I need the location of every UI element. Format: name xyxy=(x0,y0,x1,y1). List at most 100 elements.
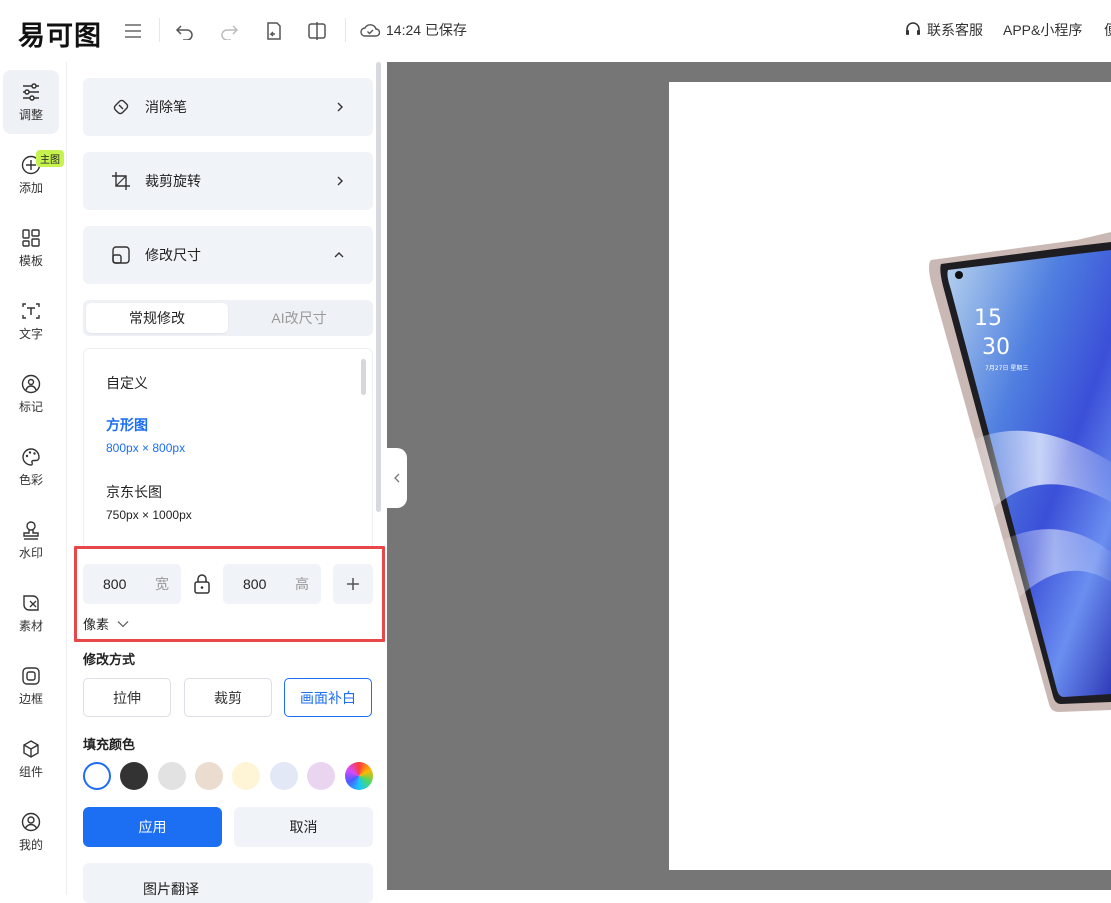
eraser-icon xyxy=(113,99,129,115)
color-picker-icon[interactable] xyxy=(345,762,373,790)
resize-icon xyxy=(112,246,130,264)
nav-item-material[interactable]: 素材 xyxy=(3,581,59,645)
cube-icon xyxy=(23,739,39,758)
swatch-gray[interactable] xyxy=(158,762,186,790)
menu-icon[interactable] xyxy=(122,20,144,42)
tab-normal[interactable]: 常规修改 xyxy=(86,303,228,333)
logo[interactable]: 易可图 xyxy=(18,14,102,53)
more-label: 便 xyxy=(1104,20,1111,40)
palette-icon xyxy=(22,447,40,466)
more-button[interactable]: 便 xyxy=(1104,18,1111,42)
app-button[interactable]: APP&小程序 xyxy=(1003,18,1082,42)
swatch-lavender[interactable] xyxy=(307,762,335,790)
phone-clock-min: 30 xyxy=(982,335,1010,360)
headset-icon xyxy=(906,22,920,35)
swatch-lightblue[interactable] xyxy=(270,762,298,790)
phone-clock-hour: 15 xyxy=(974,306,1002,331)
divider xyxy=(345,18,346,42)
resize-mode-tabs: 常规修改 AI改尺寸 xyxy=(83,300,373,336)
save-status-text: 14:24 已保存 xyxy=(386,22,467,38)
image-translate-card[interactable]: 图片翻译 xyxy=(83,863,373,903)
apply-button[interactable]: 应用 xyxy=(83,807,222,847)
phone-date: 7月27日 星期三 xyxy=(985,364,1028,372)
preset-name: 自定义 xyxy=(106,375,148,391)
nav-item-mark[interactable]: 标记 xyxy=(3,362,59,426)
mark-icon xyxy=(21,374,41,393)
chevron-up-icon xyxy=(334,252,344,258)
nav-label: 文字 xyxy=(18,326,43,341)
divider xyxy=(159,18,160,42)
fill-color-label: 填充颜色 xyxy=(83,737,136,752)
nav-item-component[interactable]: 组件 xyxy=(3,727,59,791)
contact-button[interactable]: 联系客服 xyxy=(904,18,983,42)
phone-image: 15 30 7月27日 星期三 xyxy=(929,232,1111,712)
nav-badge: 主图 xyxy=(36,150,64,167)
nav-item-text[interactable]: 文字 xyxy=(3,289,59,353)
stamp-icon xyxy=(23,520,39,540)
frame-icon xyxy=(22,666,40,685)
preset-list: 自定义 方形图 800px × 800px 京东长图 750px × 1000p… xyxy=(83,348,373,546)
mode-crop-button[interactable]: 裁剪 xyxy=(184,678,272,717)
nav-item-adjust[interactable]: 调整 xyxy=(3,70,59,134)
top-bar: 易可图 14:24 已保存 联系客服 APP&小程序 便 xyxy=(0,0,1111,62)
undo-icon[interactable] xyxy=(174,20,196,42)
swatch-cream[interactable] xyxy=(232,762,260,790)
nav-label: 边框 xyxy=(18,691,43,706)
swatch-beige[interactable] xyxy=(195,762,223,790)
nav-label: 添加 xyxy=(18,180,43,195)
nav-item-watermark[interactable]: 水印 xyxy=(3,508,59,572)
nav-label: 标记 xyxy=(18,399,43,414)
mode-fill-button[interactable]: 画面补白 xyxy=(284,678,372,717)
chevron-right-icon xyxy=(337,176,343,186)
sliders-icon xyxy=(23,82,39,101)
tab-ai[interactable]: AI改尺寸 xyxy=(228,303,370,333)
nav-label: 素材 xyxy=(18,618,43,633)
contact-label: 联系客服 xyxy=(927,22,983,38)
swatch-dark[interactable] xyxy=(120,762,148,790)
nav-label: 调整 xyxy=(18,107,43,122)
compare-icon[interactable] xyxy=(306,20,328,42)
nav-label: 我的 xyxy=(18,837,43,852)
nav-item-frame[interactable]: 边框 xyxy=(3,654,59,718)
preset-name: 方形图 xyxy=(106,417,148,433)
cancel-button[interactable]: 取消 xyxy=(234,807,373,847)
preset-item-square[interactable]: 方形图 800px × 800px xyxy=(106,415,185,455)
swatch-white[interactable] xyxy=(83,762,111,790)
chevron-left-icon xyxy=(394,473,400,483)
preset-scrollbar[interactable] xyxy=(361,359,366,395)
save-status: 14:24 已保存 xyxy=(360,18,467,42)
preset-size: 800px × 800px xyxy=(106,441,186,455)
eraser-card[interactable]: 消除笔 xyxy=(83,78,373,136)
preset-name: 京东长图 xyxy=(106,484,162,500)
nav-item-mine[interactable]: 我的 xyxy=(3,800,59,864)
artboard[interactable]: 15 30 7月27日 星期三 xyxy=(669,82,1111,870)
app-label: APP&小程序 xyxy=(1003,22,1083,38)
resize-card[interactable]: 修改尺寸 xyxy=(83,226,373,284)
nav-item-color[interactable]: 色彩 xyxy=(3,435,59,499)
nav-label: 色彩 xyxy=(18,472,43,487)
redo-icon[interactable] xyxy=(218,20,240,42)
grid-icon xyxy=(22,228,40,247)
eraser-label: 消除笔 xyxy=(145,99,187,115)
crop-icon xyxy=(112,172,130,190)
resize-label: 修改尺寸 xyxy=(145,247,201,263)
collapse-panel-button[interactable] xyxy=(387,448,407,508)
preset-item-custom[interactable]: 自定义 xyxy=(106,373,148,393)
nav-label: 模板 xyxy=(18,253,43,268)
crop-label: 裁剪旋转 xyxy=(145,173,201,189)
mode-stretch-button[interactable]: 拉伸 xyxy=(83,678,171,717)
restore-icon[interactable] xyxy=(262,20,284,42)
highlight-box xyxy=(74,546,385,642)
preset-size: 750px × 1000px xyxy=(106,508,192,522)
preset-item-jd-long[interactable]: 京东长图 750px × 1000px xyxy=(106,482,192,522)
nav-item-template[interactable]: 模板 xyxy=(3,216,59,280)
text-icon xyxy=(22,302,40,319)
crop-card[interactable]: 裁剪旋转 xyxy=(83,152,373,210)
cloud-check-icon xyxy=(360,24,380,37)
material-icon xyxy=(23,594,39,611)
nav-label: 组件 xyxy=(18,764,43,779)
nav-label: 水印 xyxy=(18,545,43,560)
tool-panel: 消除笔 裁剪旋转 修改尺寸 常规修改 AI改尺寸 自定义 方形图 800px ×… xyxy=(67,62,387,895)
panel-scrollbar[interactable] xyxy=(376,62,381,512)
user-icon xyxy=(21,812,41,831)
